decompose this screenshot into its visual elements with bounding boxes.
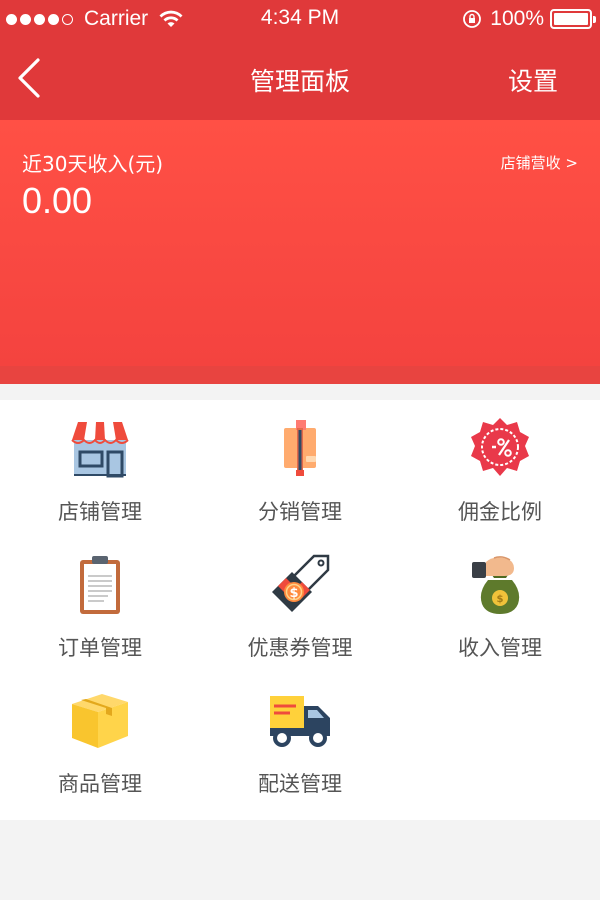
menu-item-label: 收入管理 <box>458 636 542 660</box>
menu-item-distribution[interactable]: 分销管理 <box>200 400 400 536</box>
status-bar: Carrier 4:34 PM 100% <box>0 0 600 38</box>
menu-grid: 店铺管理 分销管理 佣金比例 订单管理 $ 优惠券管理 $ 收入管理 商品管理 … <box>0 400 600 820</box>
menu-item-coupons[interactable]: $ 优惠券管理 <box>200 536 400 672</box>
income-value: 0.00 <box>22 180 93 221</box>
money-bag-icon: $ <box>472 556 520 614</box>
income-banner: 近30天收入(元) 店铺营收 > 0.00 <box>0 120 600 366</box>
battery-percent: 100% <box>490 7 544 30</box>
menu-item-label: 订单管理 <box>58 636 142 660</box>
menu-item-commission[interactable]: 佣金比例 <box>400 400 600 536</box>
menu-item-orders[interactable]: 订单管理 <box>0 536 200 672</box>
box-icon <box>72 694 128 748</box>
menu-item-income[interactable]: $ 收入管理 <box>400 536 600 672</box>
menu-item-label: 佣金比例 <box>458 500 542 524</box>
battery-icon <box>550 9 596 29</box>
clipboard-icon <box>80 556 120 614</box>
navigation-bar: 管理面板 设置 <box>0 38 600 120</box>
banner-divider <box>0 366 600 384</box>
storefront-icon <box>71 422 129 478</box>
menu-item-label: 优惠券管理 <box>247 636 353 660</box>
menu-item-label: 商品管理 <box>58 772 142 796</box>
menu-item-products[interactable]: 商品管理 <box>0 672 200 808</box>
svg-text:$: $ <box>497 594 504 605</box>
menu-item-label: 店铺管理 <box>58 500 142 524</box>
menu-item-store[interactable]: 店铺管理 <box>0 400 200 536</box>
coupon-tag-icon: $ <box>272 554 330 612</box>
menu-item-delivery[interactable]: 配送管理 <box>200 672 400 808</box>
percent-badge-icon <box>471 418 529 476</box>
status-right: 100% <box>462 6 596 32</box>
menu-item-label: 分销管理 <box>258 500 342 524</box>
settings-button[interactable]: 设置 <box>508 62 558 98</box>
income-label: 近30天收入(元) <box>22 152 164 176</box>
delivery-truck-icon <box>270 696 330 747</box>
battery-fill <box>554 13 588 25</box>
store-revenue-link[interactable]: 店铺营收 > <box>501 152 578 173</box>
svg-text:$: $ <box>289 586 298 601</box>
rotation-lock-icon <box>463 10 482 28</box>
distribution-icon <box>284 420 316 476</box>
menu-item-label: 配送管理 <box>258 772 342 796</box>
